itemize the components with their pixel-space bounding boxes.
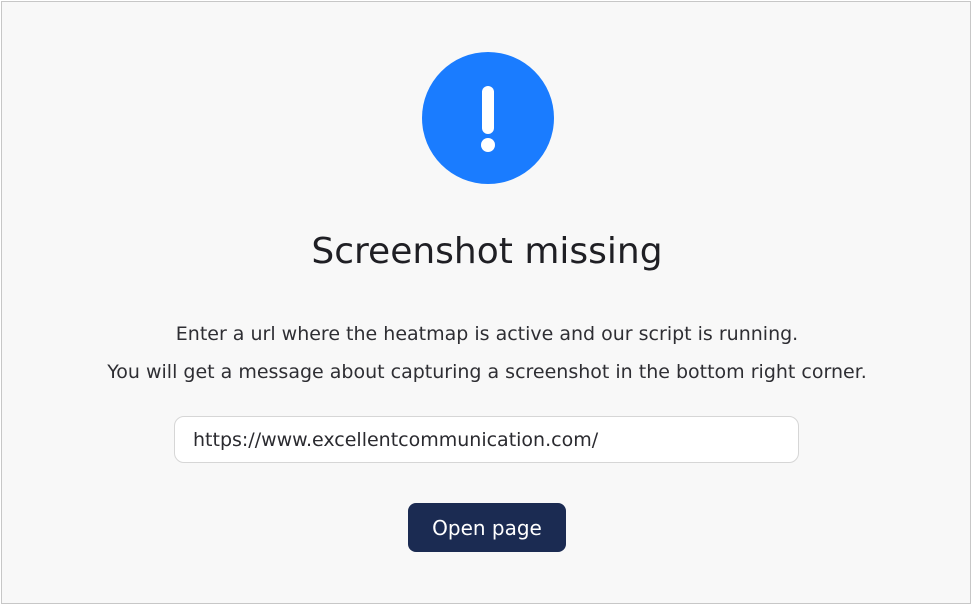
alert-badge xyxy=(422,52,554,184)
instruction-subtext: You will get a message about capturing a… xyxy=(107,361,867,383)
url-input[interactable] xyxy=(174,416,799,463)
instruction-text: Enter a url where the heatmap is active … xyxy=(175,323,799,345)
screenshot-missing-panel: Screenshot missing Enter a url where the… xyxy=(1,1,971,604)
exclamation-icon xyxy=(481,86,495,152)
open-page-button[interactable]: Open page xyxy=(408,503,566,552)
page-title: Screenshot missing xyxy=(311,231,663,272)
